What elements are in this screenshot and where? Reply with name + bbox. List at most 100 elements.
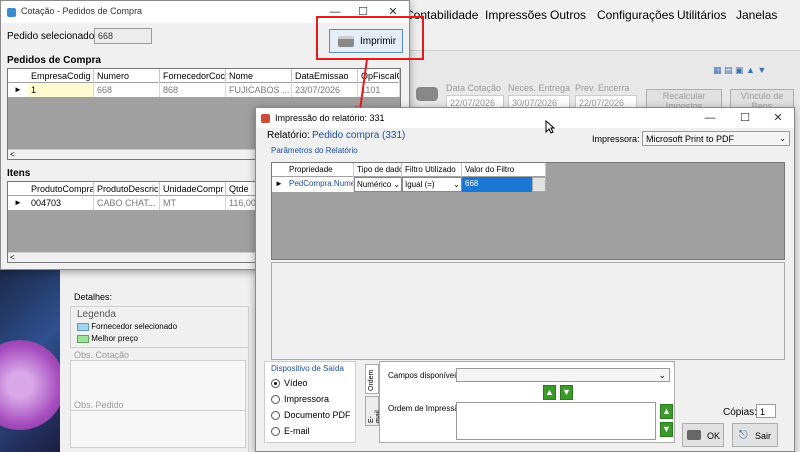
itens-col-2[interactable]: UnidadeCompr (160, 182, 226, 196)
pedidos-cell-numero[interactable]: 668 (94, 83, 160, 97)
params-col-valor[interactable]: Valor do Filtro (462, 163, 546, 177)
tab-ordem[interactable]: Ordem (365, 364, 379, 394)
ordem-panel: Campos disponíveis: ⌄ ▲ ▼ Ordem de Impre… (379, 361, 675, 443)
copias-label: Cópias: (723, 407, 757, 418)
param-filtro: Igual (=) (405, 180, 435, 189)
chevron-down-icon: ⌄ (658, 370, 666, 380)
app-icon (7, 8, 16, 17)
itens-cell-descricao[interactable]: CABO CHAT... (94, 196, 160, 210)
report-minimize-icon[interactable]: — (694, 108, 726, 128)
table-row[interactable]: ► 1 668 868 FUJICABOS ... 23/07/2026 110… (8, 83, 400, 97)
radio-pdf-circle[interactable] (271, 411, 280, 421)
legend-item-fornecedor: Fornecedor selecionado (77, 322, 177, 331)
params-col-propriedade[interactable]: Propriedade (286, 163, 354, 177)
ok-button[interactable]: OK (682, 423, 724, 447)
arrow-up-icon[interactable]: ▲ (543, 385, 556, 400)
mouse-cursor-icon (545, 120, 555, 134)
move-up-icon[interactable]: ▲ (660, 404, 673, 419)
menu-janelas[interactable]: Janelas (736, 8, 777, 22)
report-maximize-icon[interactable]: ☐ (729, 108, 761, 128)
param-tipo-select[interactable]: Numérico ⌄ (354, 177, 402, 192)
pedidos-col-0[interactable]: EmpresaCodig (28, 69, 94, 83)
chevron-down-icon: ⌄ (393, 180, 400, 189)
selected-value-field[interactable]: 668 (94, 28, 152, 44)
menu-utilitarios[interactable]: Utilitários (677, 8, 726, 22)
table-row[interactable]: ► PedCompra.Numero Numérico ⌄ Igual (=) … (272, 177, 546, 192)
pedidos-col-1[interactable]: Numero (94, 69, 160, 83)
radio-impressora[interactable]: Impressora (271, 394, 330, 405)
ordem-label: Ordem de Impressão: (388, 404, 466, 413)
col-data-cotacao: Data Cotação (446, 83, 502, 93)
campos-label: Campos disponíveis: (388, 371, 463, 380)
param-filtro-select[interactable]: Igual (=) ⌄ (402, 177, 462, 192)
param-ellipsis-button[interactable] (532, 177, 546, 192)
sair-label: Sair (755, 431, 772, 441)
relatorio-label: Relatório: (267, 130, 310, 141)
radio-email-circle[interactable] (271, 427, 280, 437)
radio-video-label: Vídeo (284, 378, 308, 388)
param-valor-field[interactable]: 668 (462, 177, 532, 192)
pedidos-title: Pedidos de Compra (7, 55, 101, 66)
col-neces-entrega: Neces. Entrega (508, 83, 571, 93)
row-indicator-icon: ► (275, 179, 283, 188)
obs-cotacao-label: Obs. Cotação (74, 350, 130, 360)
params-title: Parâmetros do Relatório (271, 146, 358, 155)
dispositivo-group: Dispositivo de Saída Vídeo Impressora Do… (264, 361, 356, 443)
itens-cell-unidade[interactable]: MT (160, 196, 226, 210)
legend-swatch-green (77, 334, 89, 343)
wallpaper-circle (0, 340, 65, 430)
sair-button[interactable]: ⎋ Sair (732, 423, 778, 447)
itens-cell-produto[interactable]: 004703 (28, 196, 94, 210)
legend-label-fornecedor: Fornecedor selecionado (91, 322, 178, 331)
highlight-box (316, 16, 424, 60)
params-col-filtro[interactable]: Filtro Utilizado (402, 163, 462, 177)
impressora-select[interactable]: Microsoft Print to PDF ⌄ (642, 131, 790, 146)
radio-impressora-circle[interactable] (271, 395, 280, 405)
preview-panel (271, 262, 785, 360)
param-tipo: Numérico (357, 180, 392, 189)
pedidos-cell-data[interactable]: 23/07/2026 (292, 83, 358, 97)
radio-impressora-label: Impressora (284, 394, 330, 404)
pedidos-cell-fornecedor[interactable]: 868 (160, 83, 226, 97)
tab-ordem-label: Ordem (368, 369, 375, 391)
tab-email[interactable]: E-mail (365, 396, 382, 426)
menu-outros[interactable]: Outros (550, 8, 586, 22)
legenda-box: Legenda Fornecedor selecionado Melhor pr… (70, 306, 250, 348)
copias-field[interactable]: 1 (756, 404, 776, 418)
itens-col-0[interactable]: ProdutoCompra (28, 182, 94, 196)
legend-swatch-blue (77, 322, 89, 331)
param-propriedade[interactable]: PedCompra.Numero (286, 177, 354, 191)
ok-label: OK (707, 431, 721, 441)
radio-pdf[interactable]: Documento PDF (271, 410, 351, 421)
radio-video-circle[interactable] (271, 379, 280, 389)
radio-video[interactable]: Vídeo (271, 378, 308, 389)
campos-select[interactable]: ⌄ (456, 368, 670, 382)
legend-item-melhor-preco: Melhor preço (77, 334, 138, 343)
ordem-list[interactable] (456, 402, 656, 440)
radio-email[interactable]: E-mail (271, 426, 310, 437)
pedidos-cell-empresa[interactable]: 1 (28, 83, 94, 97)
obs-pedido-label: Obs. Pedido (74, 400, 124, 410)
arrow-down-icon[interactable]: ▼ (560, 385, 573, 400)
menu-configuracoes[interactable]: Configurações (597, 8, 674, 22)
obs-pedido-field[interactable] (70, 410, 246, 448)
pedidos-col-3[interactable]: Nome (226, 69, 292, 83)
row-indicator-icon: ► (14, 198, 22, 207)
report-title: Impressão do relatório: 331 (275, 113, 385, 123)
chevron-down-icon: ⌄ (779, 134, 786, 143)
itens-title: Itens (7, 168, 31, 179)
pedidos-cell-nome[interactable]: FUJICABOS ... (226, 83, 292, 97)
pedidos-header: EmpresaCodig Numero FornecedorCoc Nome D… (8, 69, 400, 83)
pedidos-col-4[interactable]: DataEmissao (292, 69, 358, 83)
dispositivo-title: Dispositivo de Saída (271, 364, 344, 373)
params-grid[interactable]: Propriedade Tipo de dado Filtro Utilizad… (271, 162, 785, 260)
menu-impressoes[interactable]: Impressões (485, 8, 547, 22)
report-close-icon[interactable]: ✕ (762, 108, 794, 128)
pedidos-col-2[interactable]: FornecedorCoc (160, 69, 226, 83)
params-col-tipo[interactable]: Tipo de dado (354, 163, 402, 177)
move-down-icon[interactable]: ▼ (660, 422, 673, 437)
relatorio-value: Pedido compra (331) (312, 130, 406, 141)
radio-pdf-label: Documento PDF (284, 410, 351, 420)
report-titlebar: Impressão do relatório: 331 — ☐ ✕ (256, 108, 794, 128)
itens-col-1[interactable]: ProdutoDescric (94, 182, 160, 196)
